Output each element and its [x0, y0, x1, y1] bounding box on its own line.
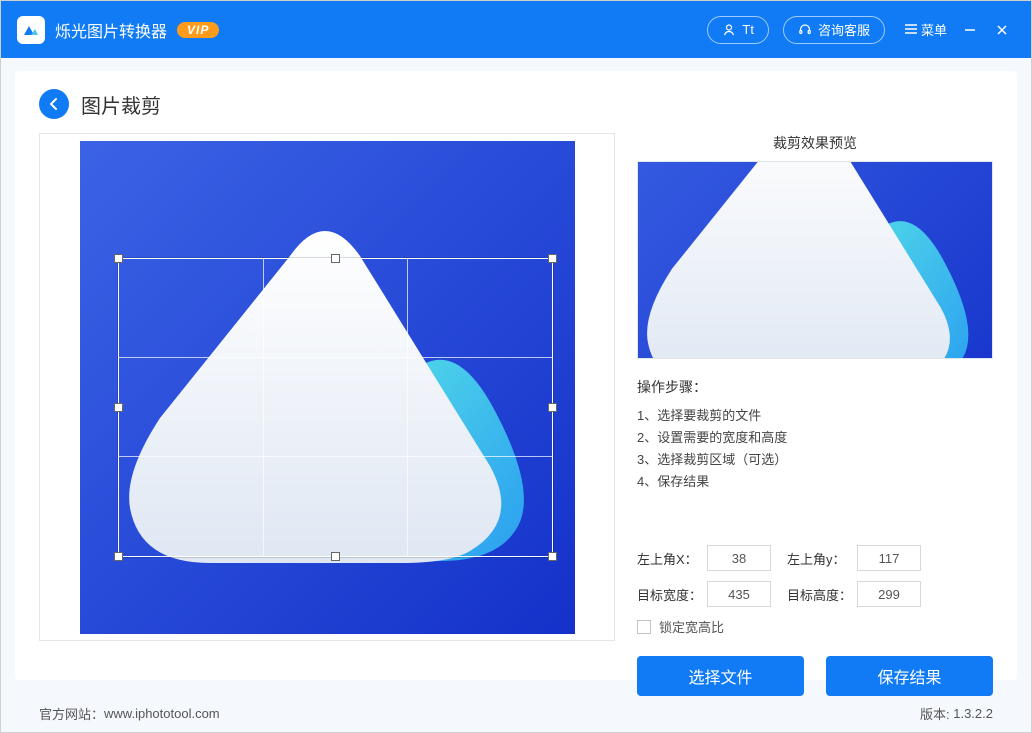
minimize-icon — [964, 24, 976, 36]
menu-icon — [905, 22, 917, 37]
app-logo — [17, 16, 45, 44]
page-title: 图片裁剪 — [81, 90, 161, 119]
close-icon — [996, 24, 1008, 36]
crop-selection[interactable] — [118, 258, 553, 557]
steps-list: 1、选择要裁剪的文件2、设置需要的宽度和高度3、选择裁剪区域（可选）4、保存结果 — [637, 405, 993, 493]
menu-button[interactable]: 菜单 — [905, 17, 947, 43]
lock-aspect-label: 锁定宽高比 — [659, 617, 724, 636]
preview-image — [638, 162, 992, 358]
site-label: 官方网站： — [39, 704, 104, 723]
site-link[interactable]: www.iphototool.com — [104, 706, 220, 721]
crop-handle[interactable] — [114, 552, 123, 561]
crop-handle[interactable] — [114, 403, 123, 412]
side-panel: 裁剪效果预览 操作步骤： 1、选择要裁剪的文件2、设置需要的宽度和高度3、选择裁… — [637, 133, 993, 696]
crop-handle[interactable] — [548, 403, 557, 412]
choose-file-button[interactable]: 选择文件 — [637, 656, 804, 696]
step-item: 4、保存结果 — [637, 471, 993, 493]
app-title: 烁光图片转换器 — [55, 18, 167, 42]
step-item: 1、选择要裁剪的文件 — [637, 405, 993, 427]
step-item: 2、设置需要的宽度和高度 — [637, 427, 993, 449]
preview-title: 裁剪效果预览 — [637, 133, 993, 153]
version-label: 版本: — [920, 704, 950, 723]
w-label: 目标宽度： — [637, 585, 707, 604]
account-button[interactable]: Tt — [707, 16, 769, 44]
support-button[interactable]: 咨询客服 — [783, 16, 885, 44]
y-input[interactable] — [857, 545, 921, 571]
save-result-button[interactable]: 保存结果 — [826, 656, 993, 696]
x-label: 左上角X： — [637, 549, 707, 568]
arrow-left-icon — [47, 97, 61, 111]
crop-params: 左上角X： 左上角y： 目标宽度： 目标高度： — [637, 545, 993, 636]
headset-icon — [798, 23, 812, 37]
version-value: 1.3.2.2 — [953, 706, 993, 721]
back-button[interactable] — [39, 89, 69, 119]
support-label: 咨询客服 — [818, 20, 870, 39]
minimize-button[interactable] — [957, 17, 983, 43]
w-input[interactable] — [707, 581, 771, 607]
main-card: 图片裁剪 — [15, 71, 1017, 680]
vip-badge: VIP — [177, 22, 219, 38]
account-name: Tt — [742, 22, 754, 37]
crop-handle[interactable] — [114, 254, 123, 263]
lock-aspect-checkbox[interactable] — [637, 620, 651, 634]
title-bar: 烁光图片转换器 VIP Tt 咨询客服 菜单 — [1, 1, 1031, 58]
y-label: 左上角y： — [787, 549, 857, 568]
user-icon — [722, 23, 736, 37]
crop-canvas[interactable] — [80, 141, 575, 634]
crop-handle[interactable] — [548, 254, 557, 263]
crop-handle[interactable] — [331, 552, 340, 561]
crop-editor[interactable] — [39, 133, 615, 641]
close-button[interactable] — [989, 17, 1015, 43]
crop-handle[interactable] — [548, 552, 557, 561]
page-header: 图片裁剪 — [39, 89, 993, 119]
x-input[interactable] — [707, 545, 771, 571]
h-label: 目标高度： — [787, 585, 857, 604]
crop-handle[interactable] — [331, 254, 340, 263]
step-item: 3、选择裁剪区域（可选） — [637, 449, 993, 471]
h-input[interactable] — [857, 581, 921, 607]
steps-title: 操作步骤： — [637, 377, 993, 397]
footer: 官方网站： www.iphototool.com 版本: 1.3.2.2 — [15, 694, 1017, 732]
preview-pane — [637, 161, 993, 359]
menu-label: 菜单 — [921, 20, 947, 39]
